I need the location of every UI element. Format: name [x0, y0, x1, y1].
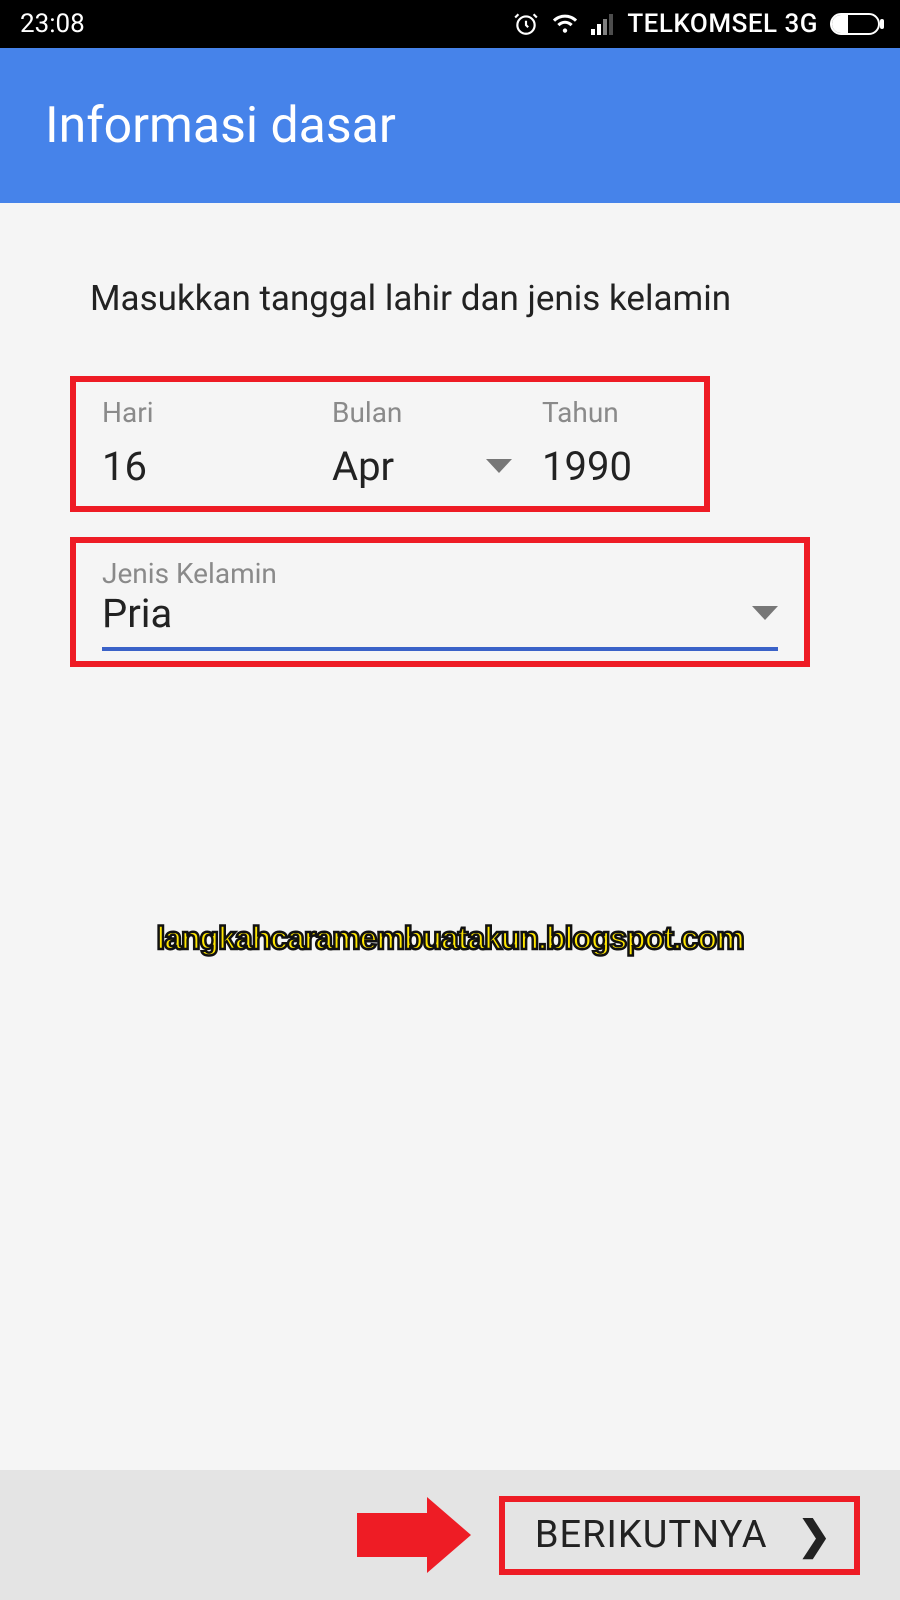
gender-group: Jenis Kelamin Pria [70, 537, 810, 667]
carrier-label: TELKOMSEL 3G [627, 9, 818, 39]
next-button-label: BERIKUTNYA [535, 1513, 768, 1557]
battery-icon [830, 13, 880, 35]
status-time: 23:08 [20, 9, 85, 39]
day-label: Hari [102, 396, 302, 429]
next-button[interactable]: BERIKUTNYA ❯ [499, 1496, 860, 1575]
page-title: Informasi dasar [45, 97, 396, 155]
day-field[interactable]: Hari 16 [102, 396, 302, 490]
day-value: 16 [102, 443, 302, 490]
chevron-right-icon: ❯ [797, 1512, 832, 1559]
month-field[interactable]: Bulan Apr [332, 396, 512, 490]
chevron-down-icon [486, 459, 512, 473]
instruction-text: Masukkan tanggal lahir dan jenis kelamin [50, 273, 850, 326]
watermark-text: langkahcaramembuatakun.blogspot.com [0, 920, 900, 957]
wifi-icon [551, 13, 579, 35]
month-label: Bulan [332, 396, 512, 429]
date-of-birth-group: Hari 16 Bulan Apr Tahun 1990 [70, 376, 710, 512]
gender-label: Jenis Kelamin [102, 557, 277, 590]
year-label: Tahun [542, 396, 678, 429]
year-value: 1990 [542, 443, 678, 490]
gender-field[interactable]: Jenis Kelamin Pria [102, 557, 778, 651]
signal-icon [591, 13, 615, 35]
chevron-down-icon [752, 606, 778, 620]
status-bar: 23:08 TELKOMSEL 3G [0, 0, 900, 48]
form-content: Masukkan tanggal lahir dan jenis kelamin… [0, 203, 900, 667]
gender-value: Pria [102, 590, 172, 637]
alarm-icon [513, 11, 539, 37]
app-header: Informasi dasar [0, 48, 900, 203]
arrow-right-icon [357, 1505, 477, 1565]
year-field[interactable]: Tahun 1990 [542, 396, 678, 490]
month-value: Apr [332, 443, 394, 490]
footer-bar: BERIKUTNYA ❯ [0, 1470, 900, 1600]
